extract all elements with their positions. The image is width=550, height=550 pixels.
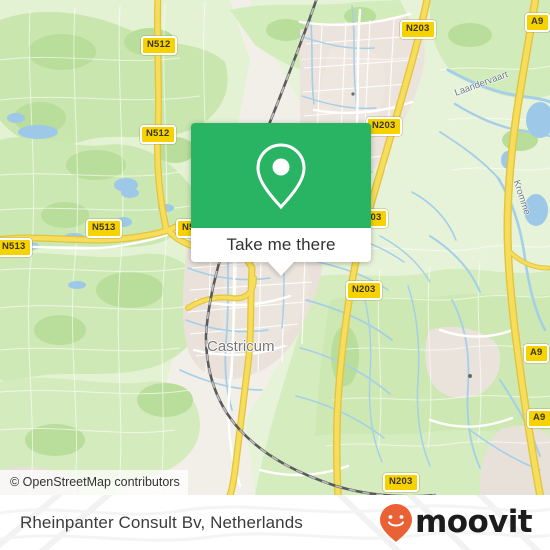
road-shield-n512-north[interactable]: N512	[141, 36, 177, 55]
osm-attribution[interactable]: © OpenStreetMap contributors	[0, 470, 188, 495]
footer-bar: Rheinpanter Consult Bv, Netherlands moov…	[0, 495, 550, 550]
road-shield-a9-lower[interactable]: A9	[527, 409, 550, 428]
map-canvas[interactable]: Castricum Laandervaart Kromme N512 N512 …	[0, 0, 550, 495]
take-me-there-label: Take me there	[226, 235, 336, 254]
road-shield-n513-west[interactable]: N513	[0, 238, 32, 257]
moovit-wordmark: moovit	[415, 504, 533, 540]
moovit-pin-icon	[380, 503, 413, 542]
road-shield-n203-upper[interactable]: N203	[366, 117, 402, 136]
place-label-castricum: Castricum	[207, 338, 275, 355]
callout-pointer	[268, 262, 294, 276]
moovit-logo[interactable]: moovit	[379, 495, 533, 550]
road-shield-a9-mid[interactable]: A9	[524, 344, 549, 363]
moovit-map-screenshot: Castricum Laandervaart Kromme N512 N512 …	[0, 0, 550, 550]
road-shield-n513-center[interactable]: N513	[86, 219, 122, 238]
destination-callout-card[interactable]: Take me there	[191, 123, 371, 276]
road-shield-n203-lower[interactable]: N203	[346, 281, 382, 300]
location-title: Rheinpanter Consult Bv, Netherlands	[20, 512, 303, 532]
location-pin-icon	[256, 142, 306, 209]
callout-icon-area	[191, 123, 371, 228]
road-shield-n203-bottom[interactable]: N203	[383, 473, 419, 492]
road-shield-n512-mid[interactable]: N512	[140, 125, 176, 144]
road-shield-a9-top[interactable]: A9	[525, 13, 550, 32]
callout-action-area[interactable]: Take me there	[191, 228, 371, 276]
road-shield-n203-top[interactable]: N203	[400, 20, 436, 39]
